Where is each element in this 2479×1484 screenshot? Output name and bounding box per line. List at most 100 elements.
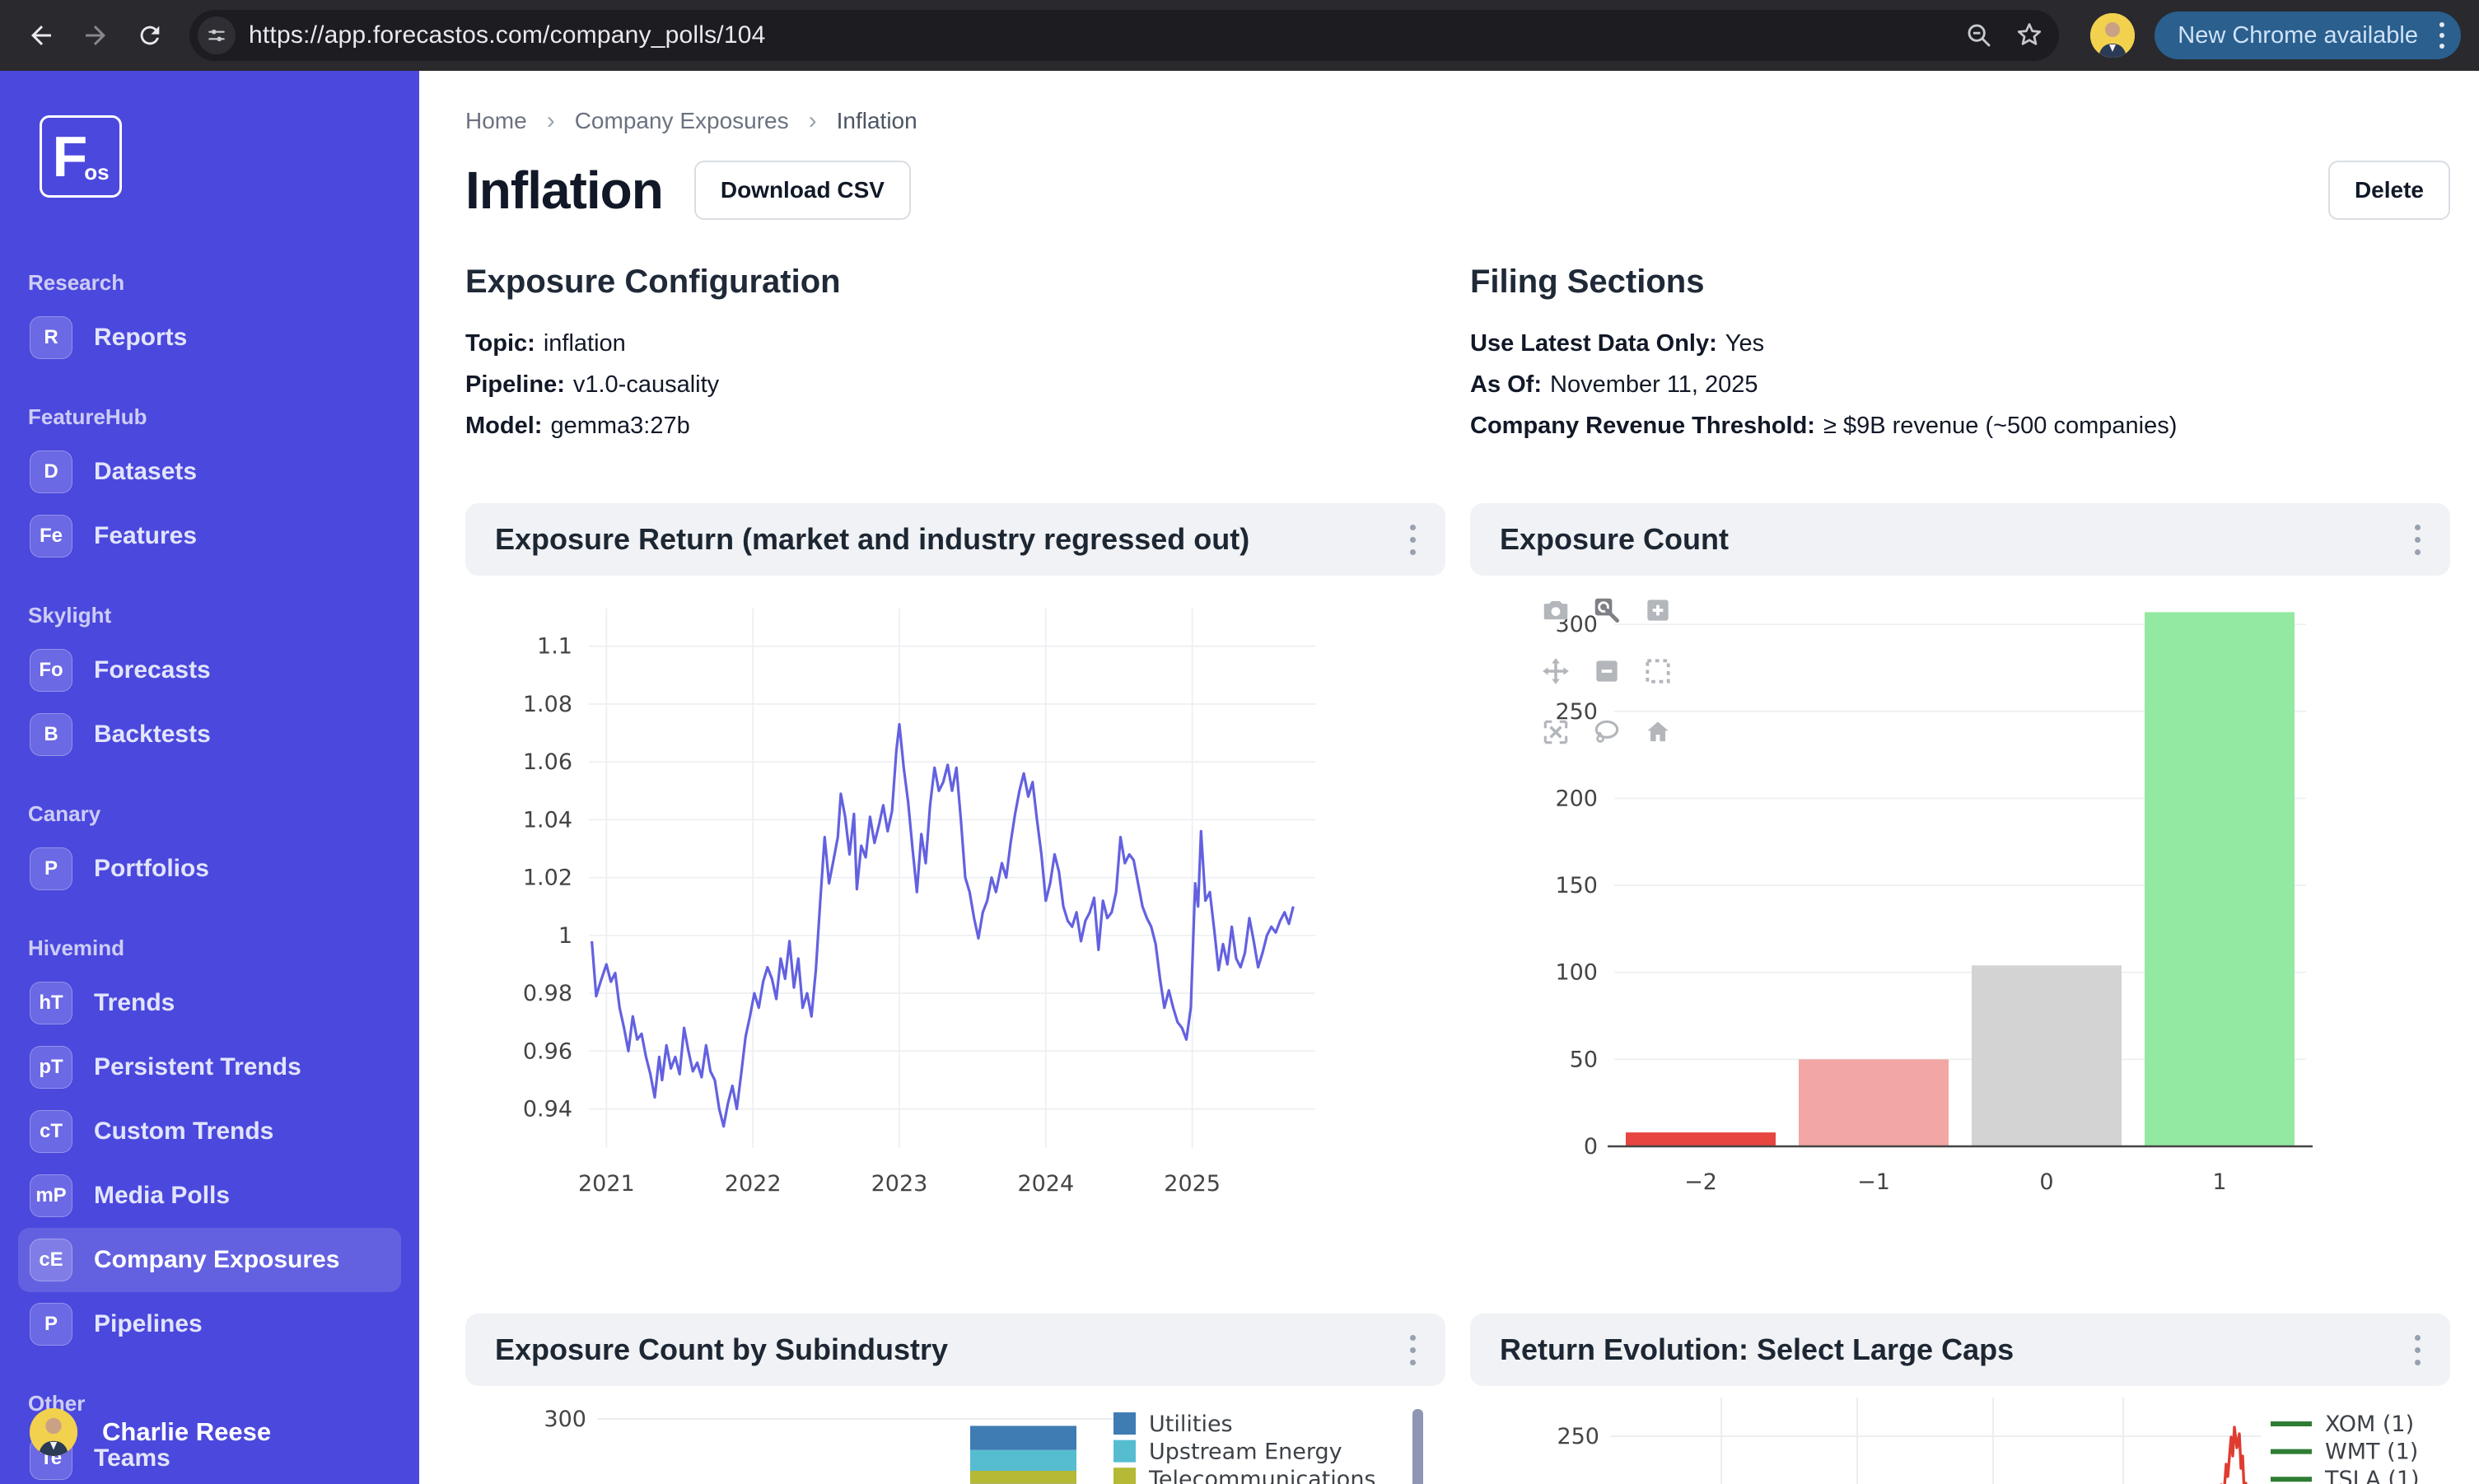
zoom-out-page-icon[interactable] <box>1965 21 1993 49</box>
svg-text:2024: 2024 <box>1017 1171 1074 1197</box>
svg-text:2023: 2023 <box>871 1171 928 1197</box>
return-evolution-card-title: Return Evolution: Select Large Caps <box>1500 1332 2014 1366</box>
modebar-box-select-icon[interactable] <box>1641 655 1674 688</box>
exposure-count-bar-−1[interactable] <box>1799 1059 1949 1146</box>
exposure-count-bar-−2[interactable] <box>1626 1132 1776 1146</box>
sidebar-item-label: Media Polls <box>94 1182 231 1209</box>
legend-scrollbar[interactable] <box>1412 1409 1423 1484</box>
card-menu-kebab-icon[interactable] <box>1403 518 1422 562</box>
svg-text:0: 0 <box>1584 1134 1598 1160</box>
app-logo[interactable]: F os <box>40 115 122 198</box>
return-evolution-card: Return Evolution: Select Large Caps 250 X… <box>1470 1314 2450 1484</box>
subindustry-card-title: Exposure Count by Subindustry <box>495 1332 949 1366</box>
breadcrumb-company-exposures[interactable]: Company Exposures <box>575 108 789 134</box>
download-csv-button[interactable]: Download CSV <box>693 161 911 220</box>
svg-text:−2: −2 <box>1684 1169 1717 1195</box>
sidebar-item-label: Company Exposures <box>94 1246 340 1273</box>
modebar-lasso-icon[interactable] <box>1590 716 1623 749</box>
persistent-trends-badge-icon: pT <box>30 1046 72 1089</box>
return-evolution-card-header: Return Evolution: Select Large Caps <box>1470 1314 2450 1386</box>
sidebar-item-trends[interactable]: hT Trends <box>18 971 401 1035</box>
exposure-count-card-title: Exposure Count <box>1500 522 1730 556</box>
browser-profile-avatar[interactable] <box>2090 13 2136 58</box>
sidebar-item-label: Persistent Trends <box>94 1053 301 1080</box>
page-title: Inflation <box>465 161 664 220</box>
legend-item-utilities[interactable]: Utilities <box>1113 1412 1233 1437</box>
modebar-zoom-in-icon[interactable] <box>1641 594 1674 627</box>
card-menu-kebab-icon[interactable] <box>2408 518 2427 562</box>
modebar-zoom-icon[interactable] <box>1590 594 1623 627</box>
main-content: Home › Company Exposures › Inflation Inflati… <box>419 71 2479 1484</box>
modebar-camera-icon[interactable] <box>1539 594 1572 627</box>
modebar-reset-home-icon[interactable] <box>1641 716 1674 749</box>
user-name: Charlie Reese <box>102 1417 272 1446</box>
site-settings-icon <box>208 29 225 42</box>
sidebar-item-features[interactable]: Fe Features <box>18 504 401 568</box>
stack-segment-upstream-energy[interactable] <box>970 1449 1076 1471</box>
legend-item-wmt-1-[interactable]: WMT (1) <box>2271 1440 2418 1465</box>
site-info-button[interactable] <box>198 16 236 54</box>
svg-text:1.04: 1.04 <box>523 807 572 833</box>
portfolios-badge-icon: P <box>30 847 72 890</box>
sidebar-item-label: Pipelines <box>94 1310 203 1337</box>
sidebar-item-portfolios[interactable]: P Portfolios <box>18 837 401 901</box>
sidebar-section-label-skylight: Skylight <box>28 603 112 628</box>
svg-text:200: 200 <box>1555 786 1598 811</box>
url-bar[interactable]: https://app.forecastos.com/company_polls… <box>189 10 2060 61</box>
company-exposures-badge-icon: cE <box>30 1239 72 1281</box>
exposure-return-plot: 0.94 0.96 0.98 1 1.02 1.04 1.06 1.08 1.1 2021 2022… <box>523 609 1315 1197</box>
exposure-count-bar-0[interactable] <box>1972 965 2122 1146</box>
info-grid: Exposure Configuration Topic: inflation Pi… <box>465 264 2450 454</box>
browser-menu-kebab-icon[interactable] <box>2435 17 2449 54</box>
modebar-autoscale-icon[interactable] <box>1539 716 1572 749</box>
legend-item-xom-1-[interactable]: XOM (1) <box>2271 1412 2414 1437</box>
sidebar-item-backtests[interactable]: B Backtests <box>18 702 401 767</box>
delete-button[interactable]: Delete <box>2327 161 2450 220</box>
return-evolution-chart: 250XOM (1)WMT (1)TSLA (1)NVDA (-1) <box>1470 1386 2450 1484</box>
bookmark-star-icon[interactable] <box>2014 21 2044 50</box>
browser-forward-button[interactable] <box>72 12 119 58</box>
sidebar-item-label: Features <box>94 522 198 549</box>
svg-text:1.06: 1.06 <box>523 749 572 775</box>
modebar-pan-icon[interactable] <box>1539 655 1572 688</box>
exposure-count-card-header: Exposure Count <box>1470 503 2450 576</box>
url-text[interactable]: https://app.forecastos.com/company_polls… <box>249 21 1965 49</box>
sidebar-item-persistent-trends[interactable]: pT Persistent Trends <box>18 1035 401 1099</box>
svg-text:0: 0 <box>2039 1169 2053 1195</box>
sidebar-item-reports[interactable]: R Reports <box>18 306 401 370</box>
sidebar-item-label: Custom Trends <box>94 1118 274 1145</box>
exposure-count-bar-1[interactable] <box>2145 612 2295 1146</box>
filing-sections-section: Filing Sections Use Latest Data Only: Yes… <box>1470 264 2450 454</box>
browser-reload-button[interactable] <box>127 12 173 58</box>
sidebar-item-pipelines[interactable]: P Pipelines <box>18 1292 401 1356</box>
sidebar-item-company-exposures[interactable]: cE Company Exposures <box>18 1228 401 1292</box>
svg-text:Utilities: Utilities <box>1149 1412 1233 1437</box>
sidebar-item-datasets[interactable]: D Datasets <box>18 440 401 504</box>
browser-back-button[interactable] <box>18 12 64 58</box>
sidebar-item-forecasts[interactable]: Fo Forecasts <box>18 638 401 702</box>
stack-segment-telecommunications[interactable] <box>970 1471 1076 1484</box>
exposure-configuration-section: Exposure Configuration Topic: inflation Pi… <box>465 264 1470 454</box>
sidebar-item-custom-trends[interactable]: cT Custom Trends <box>18 1099 401 1164</box>
card-menu-kebab-icon[interactable] <box>2408 1328 2427 1372</box>
browser-toolbar: https://app.forecastos.com/company_polls… <box>0 0 2479 71</box>
chrome-update-chip[interactable]: New Chrome available <box>2155 12 2461 59</box>
stack-segment-utilities[interactable] <box>970 1426 1076 1450</box>
forecasts-badge-icon: Fo <box>30 649 72 692</box>
legend-item-tsla-1-[interactable]: TSLA (1) <box>2271 1467 2420 1484</box>
card-menu-kebab-icon[interactable] <box>1403 1328 1422 1372</box>
trends-badge-icon: hT <box>30 982 72 1024</box>
config-row: Model: gemma3:27b <box>465 413 690 439</box>
legend-item-upstream-energy[interactable]: Upstream Energy <box>1113 1440 1342 1465</box>
legend-item-telecommunications[interactable]: Telecommunications <box>1113 1467 1376 1484</box>
svg-text:Upstream Energy: Upstream Energy <box>1149 1440 1342 1465</box>
sidebar-item-media-polls[interactable]: mP Media Polls <box>18 1164 401 1228</box>
user-row[interactable]: Charlie Reese <box>30 1408 271 1456</box>
svg-text:250: 250 <box>1557 1424 1599 1449</box>
sidebar-item-label: Datasets <box>94 458 198 485</box>
sidebar-item-label: Backtests <box>94 721 211 748</box>
svg-text:300: 300 <box>544 1407 586 1432</box>
charts-grid: Exposure Return (market and industry reg… <box>465 503 2450 1484</box>
breadcrumb-home[interactable]: Home <box>465 108 527 134</box>
modebar-zoom-out-icon[interactable] <box>1590 655 1623 688</box>
